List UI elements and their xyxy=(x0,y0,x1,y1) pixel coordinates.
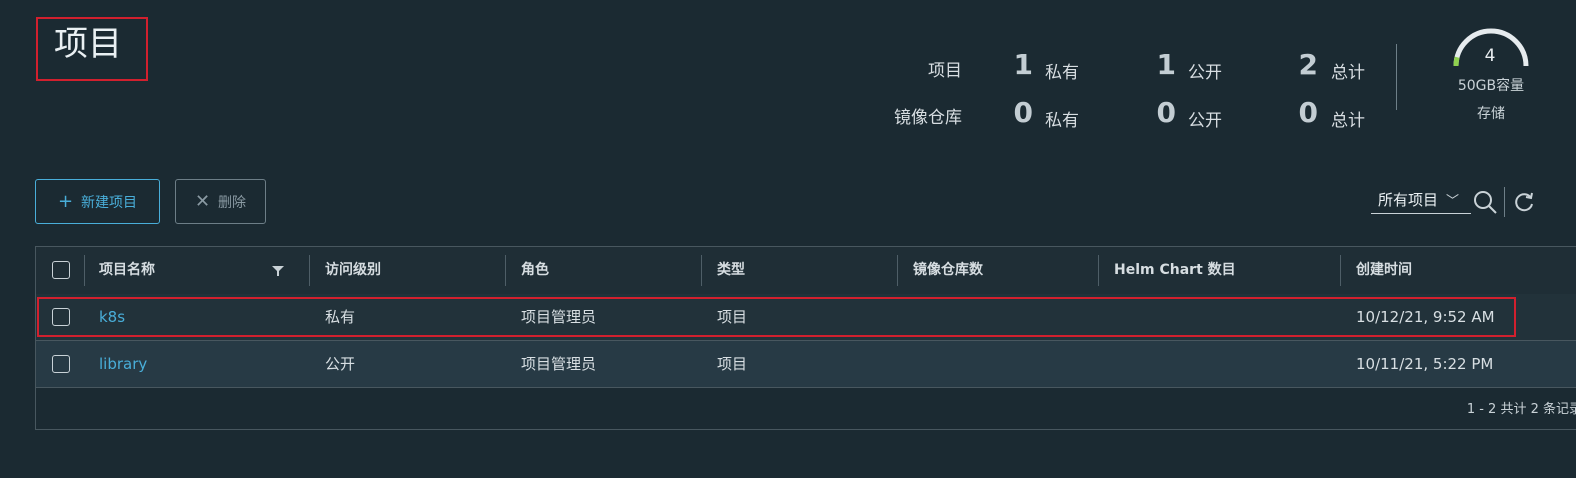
refresh-icon[interactable] xyxy=(1512,190,1536,214)
type: 项目 xyxy=(717,355,748,373)
stat-projects-private-label: 私有 xyxy=(1045,63,1079,83)
search-icon[interactable] xyxy=(1472,189,1498,215)
column-separator xyxy=(897,255,898,286)
stat-repos-total-count: 0 xyxy=(1298,96,1318,129)
stat-repos-public-label: 公开 xyxy=(1188,111,1222,131)
column-header-repos[interactable]: 镜像仓库数 xyxy=(913,247,983,294)
stat-projects-label: 项目 xyxy=(928,61,962,81)
project-name-link[interactable]: library xyxy=(99,341,147,387)
column-header-type[interactable]: 类型 xyxy=(717,247,745,294)
delete-label: 删除 xyxy=(218,194,247,211)
stats-divider xyxy=(1396,44,1397,110)
column-separator xyxy=(1098,255,1099,286)
stat-projects-total-label: 总计 xyxy=(1331,63,1365,83)
projects-table: 项目名称 访问级别 角色 类型 镜像仓库数 Helm Chart 数目 创建时间… xyxy=(35,246,1576,430)
column-separator xyxy=(309,255,310,286)
creation-time: 10/11/21, 5:22 PM xyxy=(1356,355,1494,373)
column-separator xyxy=(1340,255,1341,286)
column-header-created[interactable]: 创建时间 xyxy=(1356,247,1412,294)
new-project-button[interactable]: + 新建项目 xyxy=(35,179,160,224)
stat-repos-private-label: 私有 xyxy=(1045,111,1079,131)
column-header-charts[interactable]: Helm Chart 数目 xyxy=(1114,247,1236,294)
storage-value: 4 xyxy=(1484,46,1496,66)
column-header-access[interactable]: 访问级别 xyxy=(325,247,381,294)
stat-repos-private-count: 0 xyxy=(1013,96,1033,129)
stat-projects-public-count: 1 xyxy=(1156,48,1176,81)
table-row[interactable]: library 公开 项目管理员 项目 10/11/21, 5:22 PM xyxy=(36,341,1576,388)
chevron-down-icon: ﹀ xyxy=(1446,194,1460,209)
pagination-summary: 1 - 2 共计 2 条记录 xyxy=(1466,402,1576,417)
select-all-checkbox[interactable] xyxy=(52,261,70,279)
stat-repos-public-count: 0 xyxy=(1156,96,1176,129)
project-filter-select[interactable]: 所有项目 ﹀ xyxy=(1371,186,1471,214)
stat-projects-public-label: 公开 xyxy=(1188,63,1222,83)
project-filter-value: 所有项目 xyxy=(1378,191,1439,209)
close-icon: ✕ xyxy=(194,191,211,212)
role: 项目管理员 xyxy=(521,355,597,373)
row-checkbox[interactable] xyxy=(52,355,70,373)
toolbar-divider xyxy=(1504,187,1505,217)
stat-projects-total-count: 2 xyxy=(1298,48,1318,81)
storage-label: 存储 xyxy=(1477,106,1505,122)
page-title: 项目 xyxy=(36,17,148,81)
column-separator xyxy=(701,255,702,286)
new-project-label: 新建项目 xyxy=(81,194,138,211)
stat-repos-total-label: 总计 xyxy=(1331,111,1365,131)
plus-icon: + xyxy=(57,191,74,212)
access-level: 公开 xyxy=(325,355,356,373)
column-header-name[interactable]: 项目名称 xyxy=(99,247,155,294)
column-separator xyxy=(505,255,506,286)
stat-repos-label: 镜像仓库 xyxy=(894,108,962,128)
column-separator xyxy=(84,255,85,286)
stat-projects-private-count: 1 xyxy=(1013,48,1033,81)
column-header-role[interactable]: 角色 xyxy=(521,247,549,294)
storage-capacity: 50GB容量 xyxy=(1457,78,1525,94)
filter-icon[interactable] xyxy=(272,265,284,277)
table-header: 项目名称 访问级别 角色 类型 镜像仓库数 Helm Chart 数目 创建时间 xyxy=(36,247,1576,295)
delete-button[interactable]: ✕ 删除 xyxy=(175,179,266,224)
row-highlight-box xyxy=(37,297,1516,337)
